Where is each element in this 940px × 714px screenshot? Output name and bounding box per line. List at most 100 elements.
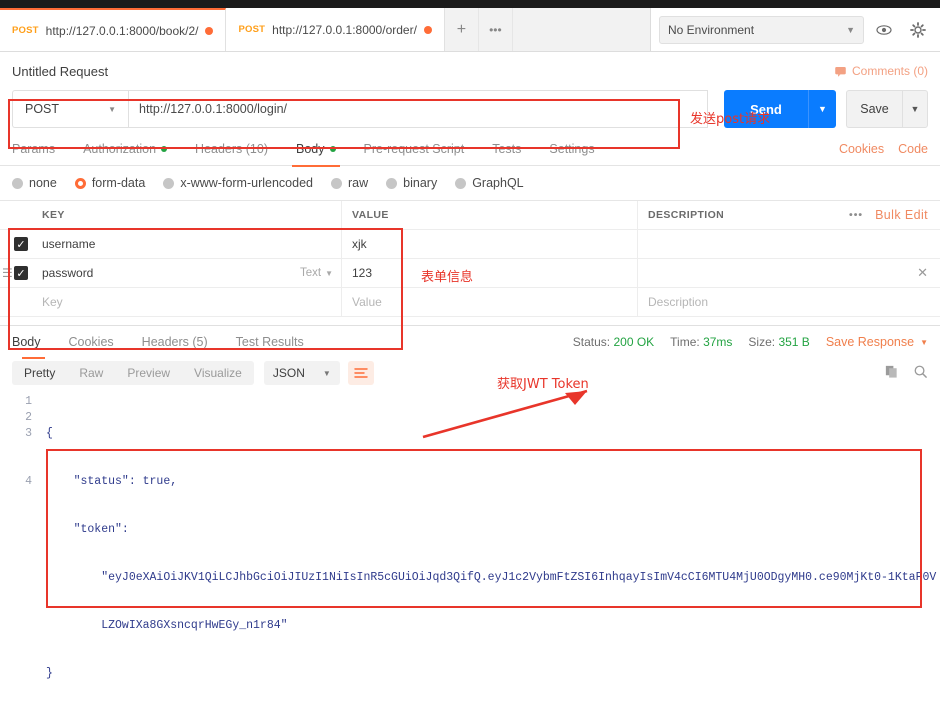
annotation-form-info: 表单信息 (421, 270, 474, 285)
response-body-code[interactable]: 1 2 3 4 { "status": true, "token": "eyJ0… (0, 388, 940, 714)
tab-label: Body (12, 335, 41, 349)
row-key-cell[interactable]: username (42, 230, 342, 258)
comments-button[interactable]: Comments (0) (834, 64, 928, 78)
view-tab-visualize[interactable]: Visualize (182, 362, 254, 384)
save-response-label: Save Response (825, 335, 915, 349)
header-key-label: KEY (42, 209, 65, 221)
body-type-urlencoded[interactable]: x-www-form-urlencoded (163, 176, 313, 190)
body-type-label: raw (348, 176, 369, 190)
tab-options-button[interactable]: ••• (478, 8, 513, 51)
checkbox-checked-icon[interactable]: ✓ (14, 237, 28, 251)
chevron-down-icon: ▼ (846, 24, 855, 35)
save-button[interactable]: Save (846, 90, 902, 128)
response-tab-test-results[interactable]: Test Results (222, 326, 318, 358)
new-tab-button[interactable]: + (444, 8, 479, 51)
search-icon[interactable] (913, 364, 928, 382)
body-type-label: x-www-form-urlencoded (180, 176, 313, 190)
body-type-form-data[interactable]: form-data (74, 176, 145, 190)
body-type-none[interactable]: none (12, 176, 57, 190)
bulk-edit-button[interactable]: Bulk Edit (875, 208, 928, 222)
body-type-label: binary (403, 176, 438, 190)
word-wrap-icon[interactable] (347, 361, 374, 385)
request-tab-2[interactable]: POST http://127.0.0.1:8000/order/ (226, 8, 445, 51)
tab-tests[interactable]: Tests (478, 132, 535, 166)
tab-body[interactable]: Body (282, 132, 350, 167)
placeholder-description-cell[interactable]: Description (638, 288, 940, 316)
drag-handle-icon[interactable]: ☰ (2, 266, 13, 280)
view-tab-preview[interactable]: Preview (115, 362, 182, 384)
format-label: JSON (272, 366, 305, 380)
cookies-link[interactable]: Cookies (839, 142, 884, 156)
view-tab-pretty[interactable]: Pretty (12, 362, 67, 384)
line-number: 1 (25, 395, 32, 408)
request-tab-1[interactable]: POST http://127.0.0.1:8000/book/2/ (0, 8, 227, 51)
line-number: 3 (25, 427, 32, 440)
response-tab-headers[interactable]: Headers (5) (128, 326, 222, 358)
body-type-label: none (29, 176, 57, 190)
row-checkbox-cell[interactable]: ✓ (0, 237, 42, 251)
placeholder-key-cell[interactable]: Key (42, 288, 342, 316)
method-selector[interactable]: POST ▼ (12, 90, 128, 128)
view-tab-raw[interactable]: Raw (67, 362, 115, 384)
code-line: { (46, 427, 53, 440)
tab-headers[interactable]: Headers (10) (181, 132, 282, 166)
row-description-cell[interactable] (638, 259, 940, 287)
row-type-label: Text (299, 267, 322, 279)
row-value-value: xjk (352, 237, 367, 251)
more-options-button[interactable]: ••• (849, 209, 863, 221)
request-tab-bar: POST http://127.0.0.1:8000/book/2/ POST … (0, 8, 940, 52)
environment-label: No Environment (668, 22, 755, 37)
code-line: "token": (46, 523, 129, 536)
placeholder-value-cell[interactable]: Value (342, 288, 638, 316)
response-tab-body[interactable]: Body (12, 326, 55, 359)
tab-url-label: http://127.0.0.1:8000/order/ (272, 22, 417, 37)
save-options-button[interactable]: ▼ (902, 90, 928, 128)
chevron-down-icon: ▼ (322, 368, 331, 378)
tab-label: Body (296, 141, 325, 156)
response-view-toolbar: Pretty Raw Preview Visualize JSON ▼ (0, 358, 940, 388)
delete-row-button[interactable]: ✕ (917, 265, 928, 281)
placeholder-key-label: Key (42, 295, 63, 309)
row-key-cell[interactable]: password Text ▼ (42, 259, 342, 287)
body-type-binary[interactable]: binary (386, 176, 437, 190)
gear-icon[interactable] (904, 16, 932, 44)
tab-settings[interactable]: Settings (535, 132, 608, 166)
environment-selector[interactable]: No Environment ▼ (659, 15, 864, 44)
code-line: LZOwIXa8GXsncqrHwEGy_n1r84" (46, 619, 288, 632)
code-line: } (46, 667, 53, 680)
radio-icon (163, 177, 175, 189)
tab-pre-request-script[interactable]: Pre-request Script (350, 132, 479, 166)
row-value-cell[interactable]: xjk (342, 230, 638, 258)
environment-area: No Environment ▼ (651, 8, 940, 51)
unsaved-indicator-icon (205, 26, 214, 35)
code-link[interactable]: Code (898, 142, 928, 156)
checkbox-checked-icon[interactable]: ✓ (14, 266, 28, 280)
header-key-cell: KEY (42, 201, 342, 229)
comment-icon (835, 66, 846, 77)
table-placeholder-row[interactable]: Key Value Description (0, 288, 940, 317)
eye-icon[interactable] (870, 16, 898, 44)
size-label: Size: (748, 335, 776, 349)
tab-authorization[interactable]: Authorization (69, 132, 181, 166)
send-options-button[interactable]: ▼ (808, 90, 836, 128)
row-description-cell[interactable] (638, 230, 940, 258)
table-row[interactable]: ✓ username xjk (0, 230, 940, 259)
placeholder-value-label: Value (352, 295, 382, 309)
status-dot-icon (329, 145, 336, 152)
chevron-down-icon: ▼ (108, 104, 116, 114)
header-value-label: VALUE (352, 209, 389, 221)
chevron-down-icon: ▼ (325, 268, 333, 278)
table-header-actions: ••• Bulk Edit (849, 208, 940, 222)
response-tab-cookies[interactable]: Cookies (55, 326, 128, 358)
save-response-button[interactable]: Save Response ▼ (826, 335, 928, 349)
response-section-tabs: Body Cookies Headers (5) Test Results St… (0, 326, 940, 359)
copy-icon[interactable] (884, 364, 899, 382)
response-format-selector[interactable]: JSON ▼ (263, 361, 340, 385)
radio-icon-selected (74, 177, 86, 189)
body-type-graphql[interactable]: GraphQL (455, 176, 524, 190)
tab-params[interactable]: Params (12, 132, 69, 166)
row-type-selector[interactable]: Text ▼ (300, 267, 333, 279)
row-value-cell[interactable]: 123 (342, 259, 638, 287)
url-input[interactable]: http://127.0.0.1:8000/login/ (128, 90, 708, 128)
body-type-raw[interactable]: raw (331, 176, 368, 190)
